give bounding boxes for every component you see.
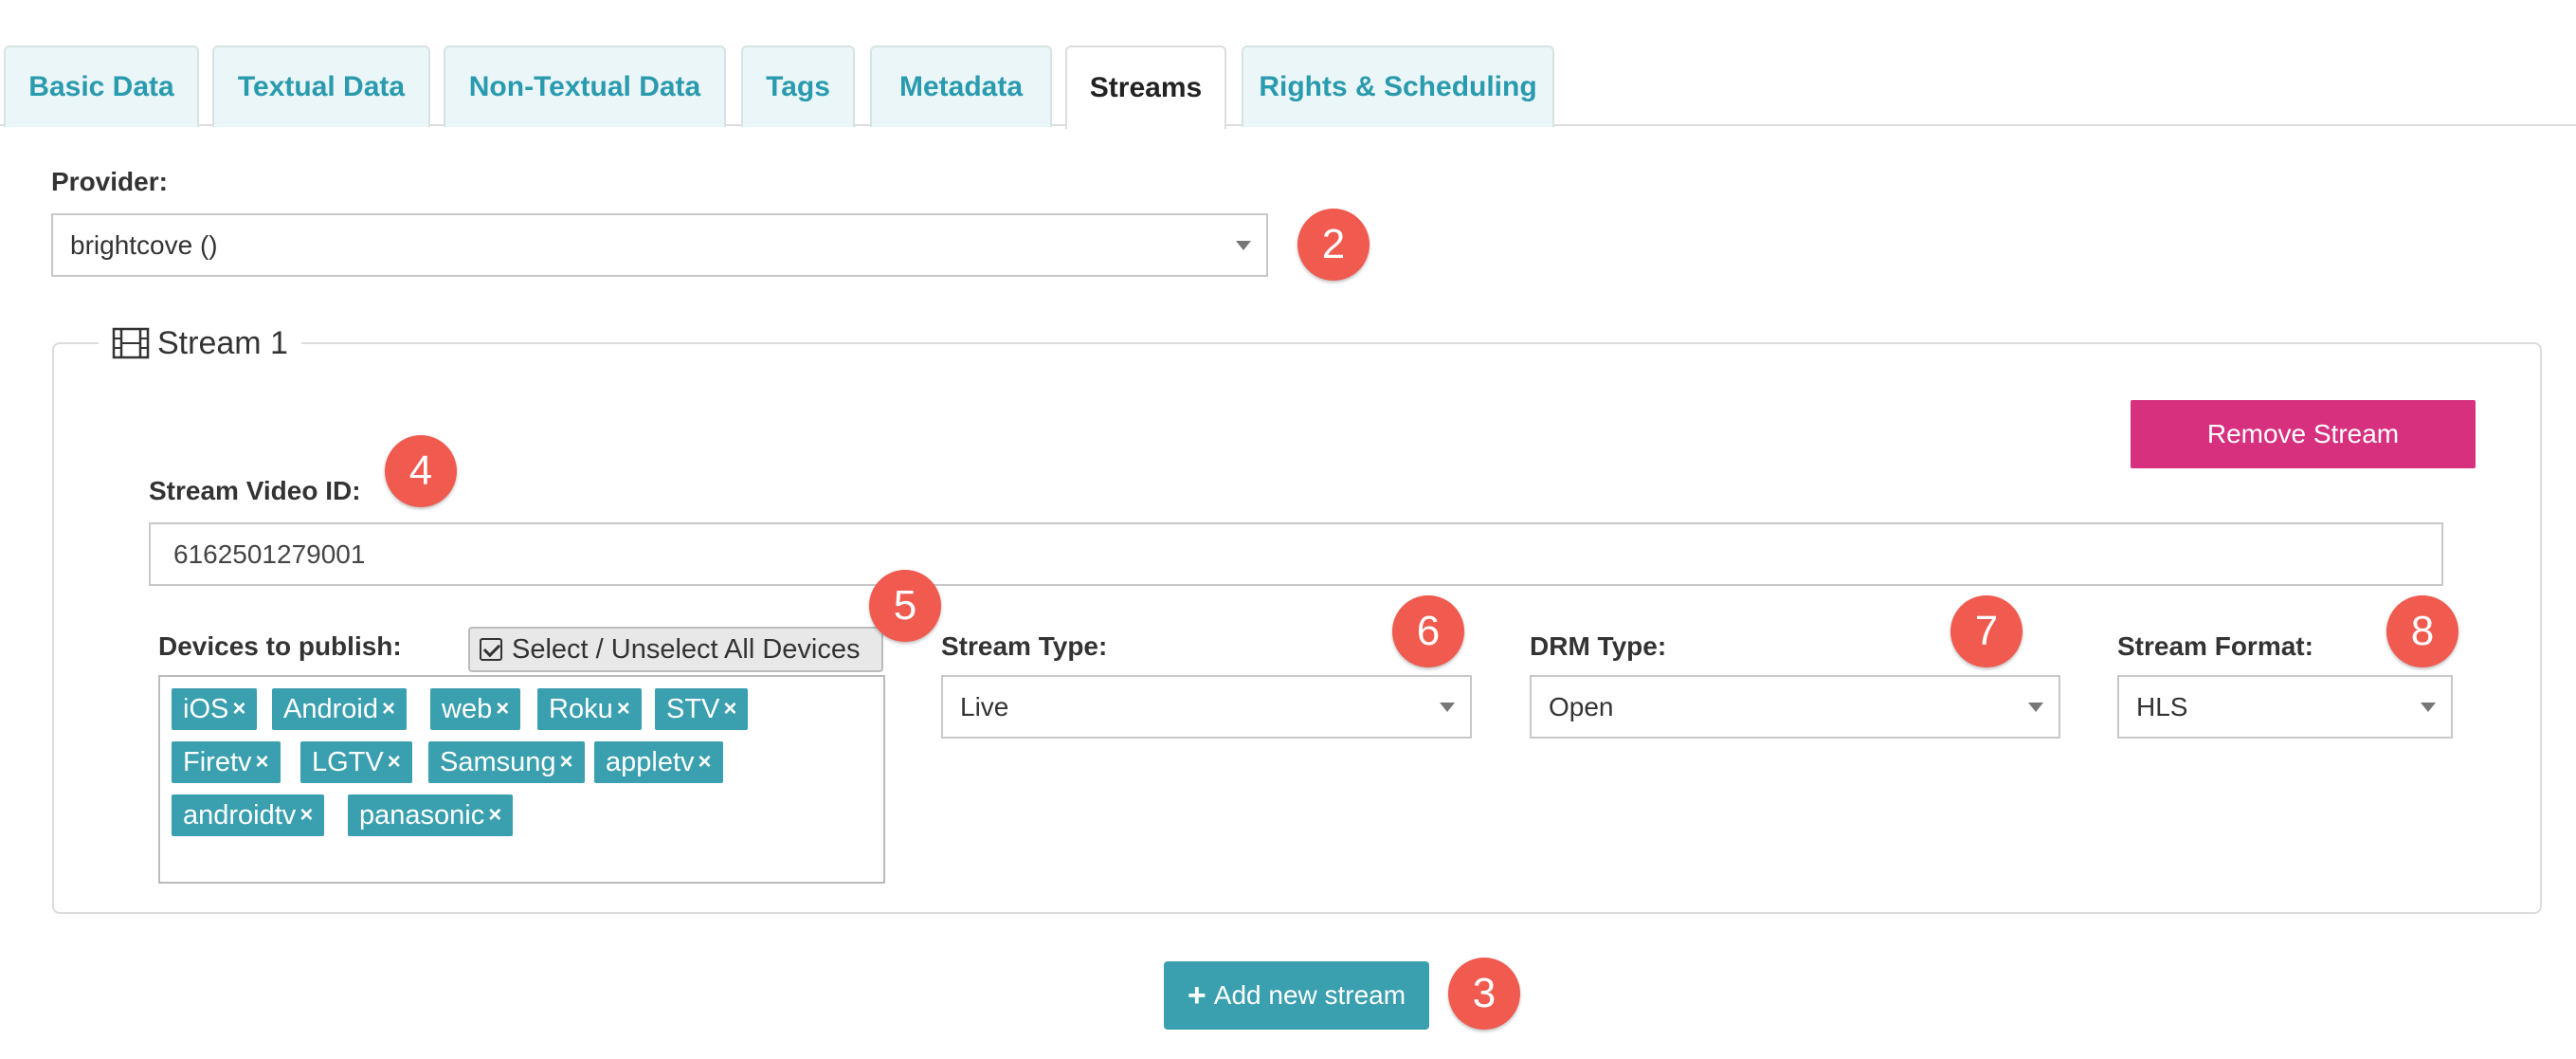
device-chip-lgtv: LGTV × [300, 741, 412, 783]
provider-select[interactable]: brightcove () [51, 213, 1268, 277]
remove-chip-icon[interactable]: × [488, 802, 501, 829]
tab-basic-data[interactable]: Basic Data [4, 46, 199, 127]
drm-type-select[interactable]: Open [1530, 675, 2060, 739]
remove-chip-icon[interactable]: × [232, 696, 245, 722]
annotation-badge-8: 8 [2386, 595, 2458, 667]
device-chip-samsung: Samsung × [428, 741, 585, 783]
add-new-stream-label: Add new stream [1213, 980, 1406, 1010]
stream-format-select[interactable]: HLS [2117, 675, 2453, 739]
device-chip-firetv: Firetv × [172, 741, 281, 783]
chevron-down-icon [2028, 702, 2043, 712]
device-chip-panasonic: panasonic × [348, 794, 514, 836]
stream-video-id-value: 6162501279001 [173, 539, 366, 569]
chevron-down-icon [1440, 702, 1455, 712]
remove-chip-icon[interactable]: × [256, 749, 269, 776]
tab-non-textual-data[interactable]: Non-Textual Data [444, 46, 726, 127]
devices-label: Devices to publish: [158, 631, 402, 661]
checkbox-icon [480, 638, 502, 661]
stream-type-select[interactable]: Live [941, 675, 1472, 739]
drm-type-label: DRM Type: [1530, 631, 1667, 661]
remove-chip-icon[interactable]: × [388, 749, 401, 776]
tab-streams[interactable]: Streams [1065, 46, 1226, 129]
remove-chip-icon[interactable]: × [723, 696, 736, 722]
stream-video-id-label: Stream Video ID: [149, 476, 361, 505]
device-chip-stv: STV × [655, 688, 749, 730]
film-icon [112, 327, 150, 359]
stream-legend: Stream 1 [99, 320, 301, 366]
stream-format-label: Stream Format: [2117, 631, 2313, 661]
select-all-devices-button[interactable]: Select / Unselect All Devices [468, 627, 883, 672]
stream-legend-title: Stream 1 [157, 324, 288, 361]
stream-format-value: HLS [2136, 691, 2188, 721]
remove-chip-icon[interactable]: × [496, 696, 509, 722]
remove-chip-icon[interactable]: × [299, 802, 313, 829]
device-chip-appletv: appletv × [594, 741, 723, 783]
remove-chip-icon[interactable]: × [617, 696, 630, 722]
chevron-down-icon [1236, 240, 1251, 250]
devices-multiselect[interactable]: iOS × Android × web × Roku × STV × Firetv × LG… [158, 675, 885, 884]
device-chip-androidtv: androidtv × [172, 794, 325, 836]
annotation-badge-3: 3 [1448, 958, 1520, 1030]
remove-chip-icon[interactable]: × [698, 749, 712, 776]
remove-chip-icon[interactable]: × [560, 749, 573, 776]
annotation-badge-5: 5 [869, 570, 941, 642]
annotation-badge-7: 7 [1950, 595, 2023, 667]
device-chip-android: Android × [272, 688, 407, 730]
annotation-badge-6: 6 [1392, 595, 1464, 667]
device-chip-web: web × [430, 688, 521, 730]
device-chip-roku: Roku × [537, 688, 642, 730]
add-new-stream-button[interactable]: + Add new stream [1164, 961, 1429, 1030]
tab-metadata[interactable]: Metadata [870, 46, 1052, 127]
annotation-badge-4: 4 [385, 435, 457, 507]
annotation-badge-2: 2 [1297, 209, 1370, 281]
stream-type-label: Stream Type: [941, 631, 1108, 661]
select-all-devices-label: Select / Unselect All Devices [512, 633, 861, 665]
stream-video-id-input[interactable]: 6162501279001 [149, 522, 2443, 586]
provider-value: brightcove () [70, 229, 218, 260]
tab-rights-scheduling[interactable]: Rights & Scheduling [1242, 46, 1554, 127]
drm-type-value: Open [1549, 691, 1614, 721]
tab-textual-data[interactable]: Textual Data [212, 46, 430, 127]
remove-stream-button[interactable]: Remove Stream [2131, 400, 2476, 468]
device-chip-ios: iOS × [172, 688, 258, 730]
stream-type-value: Live [960, 691, 1009, 721]
tab-tags[interactable]: Tags [741, 46, 855, 127]
tab-bar: Basic Data Textual Data Non-Textual Data… [0, 0, 2576, 129]
provider-label: Provider: [51, 167, 168, 196]
chevron-down-icon [2421, 702, 2436, 712]
remove-chip-icon[interactable]: × [382, 696, 395, 722]
plus-icon: + [1187, 977, 1206, 1013]
